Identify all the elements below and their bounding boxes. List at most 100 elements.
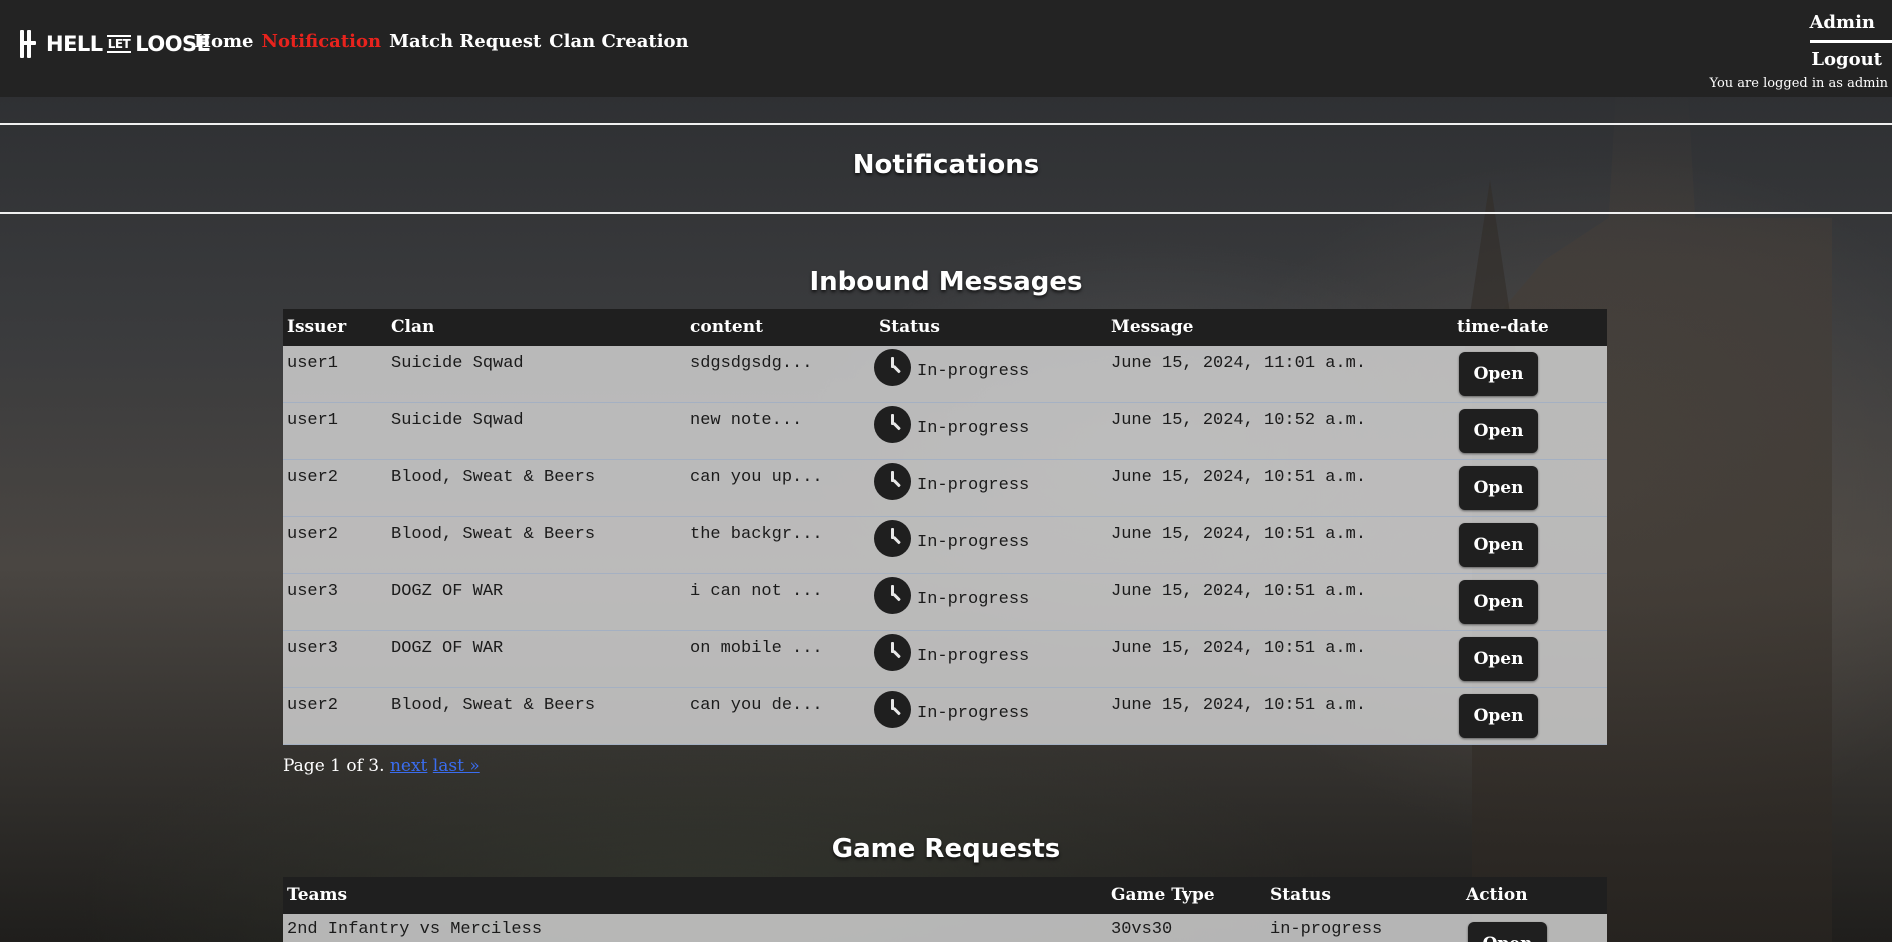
date-cell: June 15, 2024, 11:01 a.m.	[1111, 354, 1367, 373]
date-cell: June 15, 2024, 10:52 a.m.	[1111, 411, 1367, 430]
status-cell: in-progress	[1270, 920, 1383, 939]
brand-text: HELL LET LOOSE	[46, 32, 211, 56]
column-header: Teams	[287, 885, 348, 905]
logged-in-status: You are logged in as admin	[1709, 76, 1889, 91]
column-header: Issuer	[287, 317, 347, 337]
clan-cell: Blood, Sweat & Beers	[391, 525, 596, 544]
table-header: Teams Game Type Status Action	[283, 877, 1607, 914]
content-cell: on mobile ...	[690, 639, 823, 658]
content-cell: new note...	[690, 411, 803, 430]
clock-icon	[874, 406, 911, 443]
date-cell: June 15, 2024, 10:51 a.m.	[1111, 525, 1367, 544]
clan-cell: DOGZ OF WAR	[391, 582, 504, 601]
navbar: HELL LET LOOSE Home Notification Match R…	[0, 0, 1892, 97]
status-text: In-progress	[917, 590, 1030, 609]
table-row: user1 Suicide Sqwad sdgsdgsdg... In-progres…	[283, 346, 1607, 403]
status-text: In-progress	[917, 419, 1030, 438]
date-cell: June 15, 2024, 10:51 a.m.	[1111, 582, 1367, 601]
table-header: Issuer Clan content Status Message time-…	[283, 309, 1607, 346]
clan-cell: Blood, Sweat & Beers	[391, 468, 596, 487]
date-cell: June 15, 2024, 10:51 a.m.	[1111, 468, 1367, 487]
teams-cell: 2nd Infantry vs Merciless	[287, 920, 543, 939]
column-header: Status	[1270, 885, 1331, 905]
open-button[interactable]: Open	[1459, 352, 1538, 396]
page-info: Page 1 of 3.	[283, 756, 385, 776]
column-header: Status	[879, 317, 940, 337]
column-header: time-date	[1457, 317, 1549, 337]
page-title: Notifications	[852, 150, 1040, 180]
open-button[interactable]: Open	[1459, 409, 1538, 453]
status-cell: In-progress	[874, 463, 1029, 500]
clock-icon	[874, 691, 911, 728]
divider	[1810, 40, 1892, 43]
issuer-cell: user2	[287, 468, 339, 487]
pagination: Page 1 of 3. next last »	[283, 756, 480, 776]
table-row: user3 DOGZ OF WAR on mobile ... In-progress…	[283, 631, 1607, 688]
nav-link-clan-creation[interactable]: Clan Creation	[549, 31, 688, 52]
status-cell: In-progress	[874, 634, 1029, 671]
inbound-table: Issuer Clan content Status Message time-…	[283, 309, 1607, 745]
user-menu: Admin Logout You are logged in as admin	[1692, 12, 1892, 91]
game-requests-table: Teams Game Type Status Action 2nd Infant…	[283, 877, 1607, 942]
clock-icon	[874, 349, 911, 386]
table-row: 2nd Infantry vs Merciless 30vs30 in-progre…	[283, 914, 1607, 942]
issuer-cell: user1	[287, 411, 339, 430]
open-button[interactable]: Open	[1468, 922, 1547, 942]
logo-icon	[18, 30, 40, 58]
status-cell: In-progress	[874, 349, 1029, 386]
clock-icon	[874, 634, 911, 671]
nav-link-match-request[interactable]: Match Request	[389, 31, 541, 52]
content-cell: i can not ...	[690, 582, 823, 601]
nav-links: Home Notification Match Request Clan Cre…	[194, 31, 689, 52]
column-header: Game Type	[1111, 885, 1215, 905]
column-header: Clan	[391, 317, 435, 337]
admin-link[interactable]: Admin	[1692, 12, 1892, 33]
clock-icon	[874, 520, 911, 557]
content-cell: can you up...	[690, 468, 823, 487]
open-button[interactable]: Open	[1459, 694, 1538, 738]
open-button[interactable]: Open	[1459, 580, 1538, 624]
status-text: In-progress	[917, 533, 1030, 552]
divider-bottom	[0, 212, 1892, 214]
status-cell: In-progress	[874, 577, 1029, 614]
content-cell: can you de...	[690, 696, 823, 715]
nav-link-notification[interactable]: Notification	[262, 31, 382, 52]
status-text: In-progress	[917, 647, 1030, 666]
open-button[interactable]: Open	[1459, 523, 1538, 567]
open-button[interactable]: Open	[1459, 637, 1538, 681]
table-row: user3 DOGZ OF WAR i can not ... In-progress…	[283, 574, 1607, 631]
issuer-cell: user1	[287, 354, 339, 373]
logout-link[interactable]: Logout	[1692, 49, 1892, 70]
content-cell: sdgsdgsdg...	[690, 354, 813, 373]
table-row: user2 Blood, Sweat & Beers the backgr... In…	[283, 517, 1607, 574]
clan-cell: Blood, Sweat & Beers	[391, 696, 596, 715]
clock-icon	[874, 463, 911, 500]
nav-link-home[interactable]: Home	[194, 31, 254, 52]
issuer-cell: user3	[287, 582, 339, 601]
clan-cell: DOGZ OF WAR	[391, 639, 504, 658]
game-type-cell: 30vs30	[1111, 920, 1173, 939]
status-text: In-progress	[917, 476, 1030, 495]
inbound-title: Inbound Messages	[809, 267, 1083, 297]
open-button[interactable]: Open	[1459, 466, 1538, 510]
clan-cell: Suicide Sqwad	[391, 354, 524, 373]
table-row: user2 Blood, Sweat & Beers can you de... In…	[283, 688, 1607, 745]
status-text: In-progress	[917, 704, 1030, 723]
brand-left: HELL	[46, 32, 103, 56]
status-text: In-progress	[917, 362, 1030, 381]
game-requests-title: Game Requests	[831, 834, 1061, 864]
last-page-link[interactable]: last »	[433, 756, 480, 776]
divider-top	[0, 123, 1892, 125]
issuer-cell: user2	[287, 525, 339, 544]
next-page-link[interactable]: next	[390, 756, 427, 776]
content-cell: the backgr...	[690, 525, 823, 544]
column-header: Message	[1111, 317, 1194, 337]
column-header: content	[690, 317, 763, 337]
clan-cell: Suicide Sqwad	[391, 411, 524, 430]
issuer-cell: user2	[287, 696, 339, 715]
status-cell: In-progress	[874, 520, 1029, 557]
brand-logo[interactable]: HELL LET LOOSE	[18, 30, 211, 58]
clock-icon	[874, 577, 911, 614]
issuer-cell: user3	[287, 639, 339, 658]
table-row: user2 Blood, Sweat & Beers can you up... In…	[283, 460, 1607, 517]
